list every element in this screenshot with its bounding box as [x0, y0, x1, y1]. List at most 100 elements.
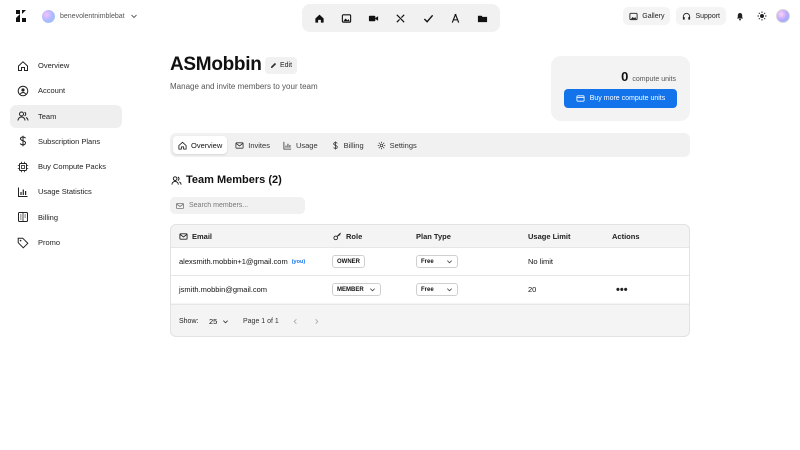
buy-compute-units-button[interactable]: Buy more compute units — [564, 89, 677, 108]
compute-units-label: compute units — [632, 76, 676, 83]
you-tag: (you) — [291, 258, 306, 265]
member-plan-cell: Free — [416, 248, 458, 275]
tab-label: Billing — [343, 140, 364, 150]
role-badge: OWNER — [332, 255, 365, 268]
search-members-input[interactable] — [189, 202, 299, 209]
compute-units-readout: 0 compute units — [621, 69, 676, 84]
tab-label: Invites — [248, 140, 270, 150]
edit-label: Edit — [280, 62, 293, 69]
mail-icon — [235, 141, 244, 150]
gallery-label: Gallery — [642, 12, 665, 20]
plan-label: Free — [421, 286, 434, 293]
page-subtitle: Manage and invite members to your team — [170, 82, 318, 91]
table-row: jsmith.mobbin@gmail.com MEMBER Free 20 •… — [171, 275, 689, 303]
tab-billing[interactable]: Billing — [326, 136, 369, 154]
page-size-label: Show: — [179, 318, 199, 325]
member-email-cell: alexsmith.mobbin+1@gmail.com (you) — [179, 248, 305, 275]
bell-icon[interactable] — [732, 8, 748, 24]
edit-team-name-button[interactable]: Edit — [265, 57, 298, 74]
home-icon — [178, 141, 187, 150]
more-actions-icon: ••• — [616, 283, 628, 296]
plan-label: Free — [421, 258, 434, 265]
user-avatar[interactable] — [776, 9, 790, 23]
search-members-field[interactable] — [170, 197, 305, 214]
video-icon[interactable] — [365, 9, 383, 27]
plan-type-select[interactable]: Free — [416, 283, 458, 296]
row-actions-menu[interactable]: ••• — [616, 276, 628, 303]
sidebar-item-buy-compute-packs[interactable]: Buy Compute Packs — [10, 155, 122, 178]
table-footer: Show: 25 Page 1 of 1 — [171, 304, 689, 336]
tool-switcher — [302, 4, 500, 32]
sidebar-item-billing[interactable]: Billing — [10, 206, 122, 229]
sidebar-item-overview[interactable]: Overview — [10, 54, 122, 77]
tab-label: Usage — [295, 140, 318, 150]
tag-icon — [17, 237, 29, 249]
member-plan-cell: Free — [416, 276, 458, 303]
gallery-button[interactable]: Gallery — [623, 7, 671, 25]
key-icon — [333, 232, 342, 241]
tab-label: Overview — [191, 140, 223, 150]
sidebar-item-team[interactable]: Team — [10, 104, 122, 128]
workspace-name: benevolentnimblebat — [60, 12, 125, 20]
tab-invites[interactable]: Invites — [230, 136, 275, 154]
role-label: MEMBER — [337, 286, 364, 293]
magic-tools-icon[interactable] — [392, 9, 410, 27]
image-icon[interactable] — [338, 9, 356, 27]
member-usage-limit: 20 — [528, 285, 537, 294]
gallery-icon — [629, 12, 638, 21]
tab-overview[interactable]: Overview — [173, 136, 228, 154]
top-bar: benevolentnimblebat Gallery Support — [0, 0, 800, 32]
support-button[interactable]: Support — [676, 7, 726, 25]
previous-page-button[interactable] — [290, 316, 300, 326]
table-header: Email Role Plan Type Usage Limit Actions — [171, 225, 689, 247]
bar-chart-icon — [283, 141, 292, 150]
member-email: jsmith.mobbin@gmail.com — [179, 285, 268, 294]
page-title: ASMobbin — [170, 54, 262, 75]
sidebar-item-label: Buy Compute Packs — [38, 162, 106, 172]
next-page-button[interactable] — [311, 316, 321, 326]
member-role-cell: MEMBER — [332, 276, 381, 303]
member-email: alexsmith.mobbin+1@gmail.com — [179, 257, 288, 266]
sidebar: Overview Account Team Subscription Plans… — [10, 54, 122, 256]
sidebar-item-usage-statistics[interactable]: Usage Statistics — [10, 180, 122, 203]
tab-usage[interactable]: Usage — [278, 136, 323, 154]
members-table: Email Role Plan Type Usage Limit Actions… — [170, 224, 690, 337]
app-logo-icon[interactable] — [14, 9, 28, 23]
workspace-switcher[interactable]: benevolentnimblebat — [42, 9, 138, 23]
page-size-select[interactable]: 25 — [205, 314, 233, 329]
sun-icon[interactable] — [754, 8, 770, 24]
user-circle-icon — [17, 85, 29, 97]
gear-icon — [377, 141, 386, 150]
folder-icon[interactable] — [473, 9, 491, 27]
sidebar-item-label: Overview — [38, 61, 70, 70]
support-label: Support — [695, 12, 720, 20]
member-role-cell: OWNER — [332, 248, 365, 275]
column-label: Role — [346, 232, 363, 241]
sidebar-item-promo[interactable]: Promo — [10, 231, 122, 254]
column-label: Usage Limit — [528, 232, 571, 241]
sidebar-item-account[interactable]: Account — [10, 79, 122, 102]
home-icon[interactable] — [311, 9, 329, 27]
compass-icon[interactable] — [446, 9, 464, 27]
member-email-cell: jsmith.mobbin@gmail.com — [179, 276, 267, 303]
dollar-icon — [17, 135, 29, 147]
sidebar-item-label: Billing — [38, 212, 59, 222]
workspace-avatar — [42, 9, 55, 23]
tab-settings[interactable]: Settings — [372, 136, 422, 154]
column-usage-limit: Usage Limit — [528, 232, 571, 241]
chevron-down-icon — [446, 258, 453, 265]
sidebar-item-subscription-plans[interactable]: Subscription Plans — [10, 130, 122, 153]
role-select[interactable]: MEMBER — [332, 283, 381, 296]
team-members-title: Team Members (2) — [186, 174, 282, 186]
compute-units-card: 0 compute units Buy more compute units — [551, 56, 690, 121]
role-label: OWNER — [337, 258, 360, 265]
sidebar-item-label: Account — [38, 86, 66, 96]
plan-type-select[interactable]: Free — [416, 255, 458, 268]
chevron-left-icon — [292, 318, 299, 325]
pagination-label: Page 1 of 1 — [243, 318, 279, 325]
column-plan-type: Plan Type — [416, 232, 451, 241]
team-tabs: Overview Invites Usage Billing Settings — [170, 133, 690, 157]
home-icon — [17, 60, 29, 72]
check-icon[interactable] — [419, 9, 437, 27]
member-usage-limit: No limit — [528, 257, 554, 266]
